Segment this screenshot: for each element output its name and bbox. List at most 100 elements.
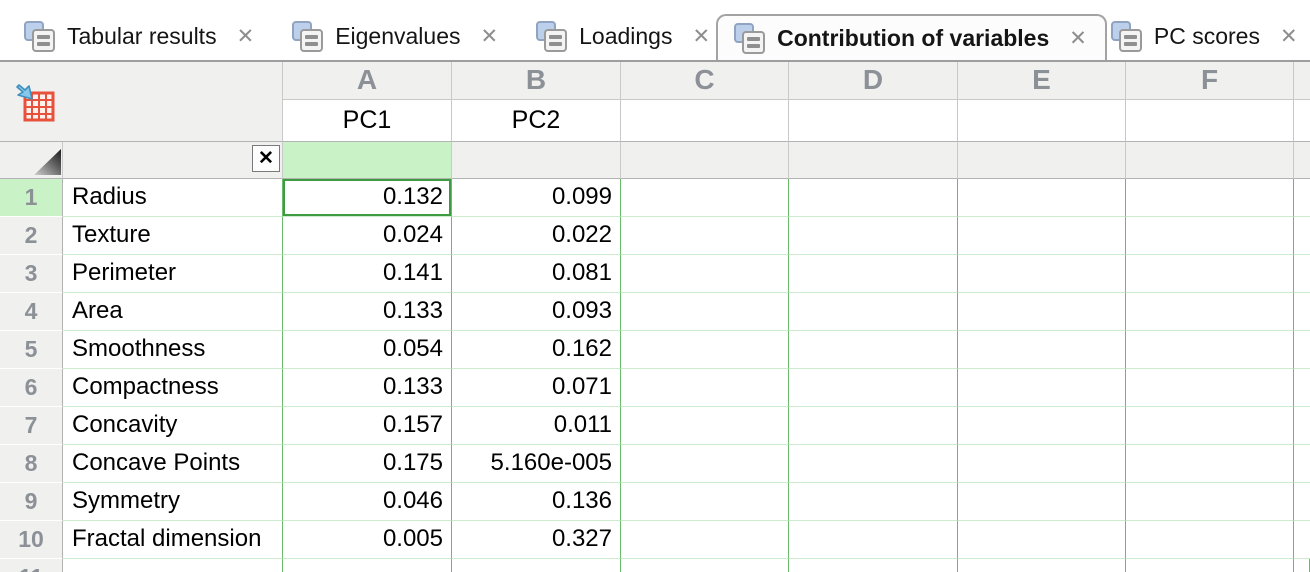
cell[interactable] — [283, 559, 452, 572]
cell-B4[interactable]: 0.093 — [452, 293, 621, 331]
cell[interactable] — [958, 407, 1126, 445]
cell[interactable] — [621, 217, 789, 255]
cell[interactable] — [958, 179, 1126, 217]
cell[interactable] — [1126, 521, 1294, 559]
cell-A3[interactable]: 0.141 — [283, 255, 452, 293]
column-header-F[interactable]: F — [1126, 62, 1294, 100]
cell[interactable] — [1126, 293, 1294, 331]
cell[interactable] — [958, 521, 1126, 559]
row-label[interactable]: Smoothness — [63, 331, 283, 369]
column-name-B[interactable]: PC2 — [452, 100, 621, 142]
cell[interactable] — [1126, 369, 1294, 407]
cell[interactable] — [789, 255, 958, 293]
column-name-E[interactable] — [958, 100, 1126, 142]
cell-B2[interactable]: 0.022 — [452, 217, 621, 255]
cell-A8[interactable]: 0.175 — [283, 445, 452, 483]
cell-A5[interactable]: 0.054 — [283, 331, 452, 369]
cell[interactable] — [789, 407, 958, 445]
cell[interactable] — [789, 293, 958, 331]
cell[interactable] — [789, 483, 958, 521]
tab-tabular-results[interactable]: Tabular results ✕ — [20, 12, 260, 60]
column-name-D[interactable] — [789, 100, 958, 142]
row-number[interactable]: 2 — [0, 217, 63, 255]
selected-column-indicator[interactable] — [283, 142, 452, 179]
row-number[interactable]: 11 — [0, 559, 63, 572]
row-number[interactable]: 6 — [0, 369, 63, 407]
row-label[interactable]: Perimeter — [63, 255, 283, 293]
cell[interactable] — [789, 217, 958, 255]
tab-close-icon[interactable]: ✕ — [1067, 28, 1089, 49]
cell[interactable] — [621, 369, 789, 407]
column-name-F[interactable] — [1126, 100, 1294, 142]
row-label[interactable]: Symmetry — [63, 483, 283, 521]
cell[interactable] — [621, 407, 789, 445]
cell[interactable] — [1126, 407, 1294, 445]
row-number[interactable]: 10 — [0, 521, 63, 559]
tab-contribution-of-variables[interactable]: Contribution of variables ✕ — [716, 14, 1107, 60]
cell-A2[interactable]: 0.024 — [283, 217, 452, 255]
row-label[interactable]: Concavity — [63, 407, 283, 445]
cell[interactable] — [1126, 217, 1294, 255]
cell[interactable] — [789, 179, 958, 217]
row-number[interactable]: 8 — [0, 445, 63, 483]
column-indicator[interactable] — [621, 142, 789, 179]
row-label[interactable] — [63, 559, 283, 572]
cell[interactable] — [621, 255, 789, 293]
cell[interactable] — [1126, 179, 1294, 217]
column-name-C[interactable] — [621, 100, 789, 142]
cell[interactable] — [958, 559, 1126, 572]
tab-pc-scores[interactable]: PC scores ✕ — [1107, 12, 1304, 60]
column-header-A[interactable]: A — [283, 62, 452, 100]
row-number[interactable]: 5 — [0, 331, 63, 369]
cell[interactable] — [789, 559, 958, 572]
cell-B8[interactable]: 5.160e-005 — [452, 445, 621, 483]
cell[interactable] — [621, 179, 789, 217]
cell[interactable] — [789, 521, 958, 559]
row-label[interactable]: Concave Points — [63, 445, 283, 483]
row-label[interactable]: Radius — [63, 179, 283, 217]
cell[interactable] — [958, 369, 1126, 407]
column-indicator[interactable] — [452, 142, 621, 179]
cell[interactable] — [789, 331, 958, 369]
cell[interactable] — [1126, 255, 1294, 293]
cell-B9[interactable]: 0.136 — [452, 483, 621, 521]
tab-close-icon[interactable]: ✕ — [479, 26, 501, 47]
cell[interactable] — [621, 483, 789, 521]
row-label[interactable]: Texture — [63, 217, 283, 255]
cell[interactable] — [621, 331, 789, 369]
row-number[interactable]: 7 — [0, 407, 63, 445]
clear-selection-button[interactable]: ✕ — [252, 145, 280, 172]
column-indicator[interactable] — [1126, 142, 1294, 179]
cell[interactable] — [621, 521, 789, 559]
tab-loadings[interactable]: Loadings ✕ — [532, 12, 716, 60]
cell-A6[interactable]: 0.133 — [283, 369, 452, 407]
column-header-B[interactable]: B — [452, 62, 621, 100]
row-number[interactable]: 9 — [0, 483, 63, 521]
cell[interactable] — [621, 445, 789, 483]
cell[interactable] — [958, 217, 1126, 255]
cell-B10[interactable]: 0.327 — [452, 521, 621, 559]
row-label[interactable]: Area — [63, 293, 283, 331]
cell[interactable] — [958, 331, 1126, 369]
cell-B6[interactable]: 0.071 — [452, 369, 621, 407]
column-name-A[interactable]: PC1 — [283, 100, 452, 142]
cell[interactable] — [1126, 483, 1294, 521]
cell[interactable] — [621, 559, 789, 572]
cell[interactable] — [789, 369, 958, 407]
cell-B7[interactable]: 0.011 — [452, 407, 621, 445]
cell-B3[interactable]: 0.081 — [452, 255, 621, 293]
column-header-E[interactable]: E — [958, 62, 1126, 100]
tab-close-icon[interactable]: ✕ — [235, 26, 257, 47]
cell[interactable] — [452, 559, 621, 572]
cell-A4[interactable]: 0.133 — [283, 293, 452, 331]
column-indicator[interactable] — [958, 142, 1126, 179]
cell[interactable] — [958, 255, 1126, 293]
cell-B5[interactable]: 0.162 — [452, 331, 621, 369]
row-label[interactable]: Compactness — [63, 369, 283, 407]
tab-close-icon[interactable]: ✕ — [1278, 26, 1300, 47]
row-number[interactable]: 3 — [0, 255, 63, 293]
cell-A10[interactable]: 0.005 — [283, 521, 452, 559]
cell[interactable] — [789, 445, 958, 483]
cell[interactable] — [958, 445, 1126, 483]
cell[interactable] — [958, 293, 1126, 331]
